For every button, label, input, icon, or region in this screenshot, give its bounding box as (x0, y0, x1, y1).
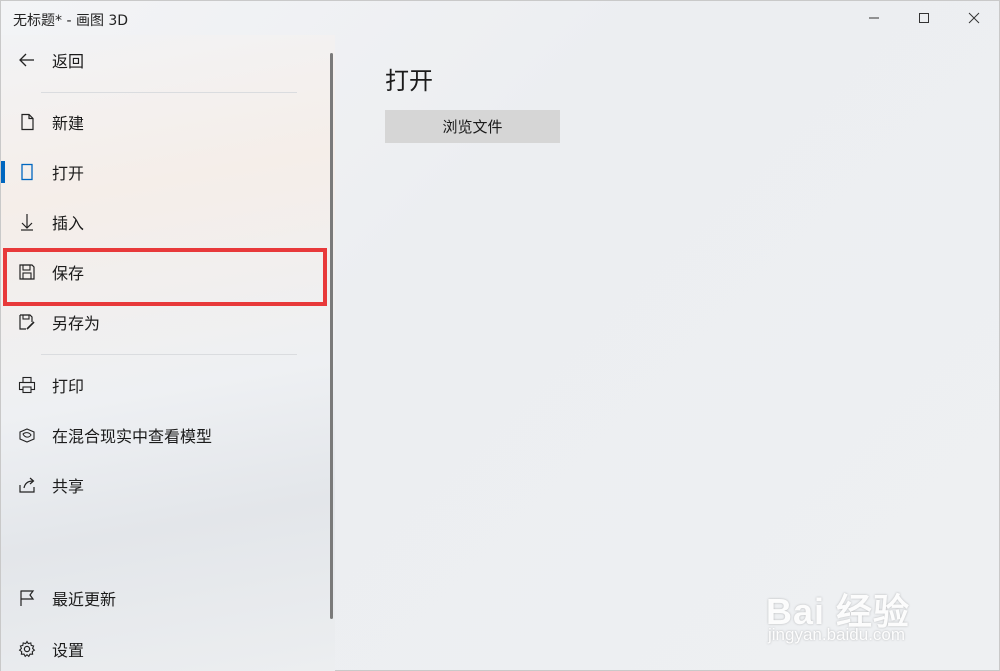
browse-files-button[interactable]: 浏览文件 (385, 110, 560, 143)
close-button[interactable] (949, 1, 999, 35)
minimize-icon (869, 17, 879, 19)
mixed-reality-icon (18, 426, 36, 444)
sidebar-item-label: 新建 (52, 114, 85, 133)
sidebar-item-print[interactable]: 打印 (1, 360, 329, 410)
maximize-icon (919, 13, 929, 23)
sidebar-item-mixed-reality[interactable]: 在混合现实中查看模型 (1, 410, 329, 460)
close-icon (968, 12, 980, 24)
back-label: 返回 (52, 52, 85, 71)
save-as-icon (18, 313, 36, 331)
app-window: 无标题* - 画图 3D 返回 新建 打开 插入 保存 另存为 打印 在混合现实… (0, 0, 1000, 671)
window-controls (849, 1, 999, 35)
print-icon (18, 376, 36, 394)
minimize-button[interactable] (849, 1, 899, 35)
sidebar-item-settings[interactable]: 设置 (1, 624, 329, 671)
watermark-sub: jingyan.baidu.com (768, 625, 906, 644)
sidebar-item-insert[interactable]: 插入 (1, 197, 329, 247)
sidebar-item-open[interactable]: 打开 (1, 147, 329, 197)
sidebar-item-new[interactable]: 新建 (1, 97, 329, 147)
back-button[interactable]: 返回 (1, 35, 329, 85)
active-indicator (1, 161, 5, 183)
open-icon (18, 163, 36, 181)
sidebar-item-recent-updates[interactable]: 最近更新 (1, 573, 329, 623)
sidebar-item-share[interactable]: 共享 (1, 460, 329, 510)
sidebar-item-label: 共享 (52, 477, 85, 496)
page-title: 打开 (385, 67, 433, 95)
sidebar-item-label: 打印 (52, 377, 85, 396)
insert-icon (18, 213, 36, 231)
sidebar-item-label: 插入 (52, 214, 85, 233)
baidu-watermark: Bai 经验 jingyan.baidu.com (766, 561, 956, 656)
maximize-button[interactable] (899, 1, 949, 35)
sidebar-item-label: 最近更新 (52, 590, 117, 609)
sidebar: 返回 新建 打开 插入 保存 另存为 打印 在混合现实中查看模型 共享 最近更新… (1, 35, 335, 671)
flag-icon (18, 589, 36, 607)
sidebar-item-label: 在混合现实中查看模型 (52, 427, 213, 446)
share-icon (18, 476, 36, 494)
sidebar-item-label: 打开 (52, 164, 85, 183)
window-title: 无标题* - 画图 3D (13, 13, 129, 29)
save-highlight-box (3, 248, 327, 306)
sidebar-scrollbar[interactable] (330, 53, 333, 619)
sidebar-item-label: 设置 (52, 641, 85, 660)
title-bar: 无标题* - 画图 3D (1, 1, 999, 35)
divider (41, 354, 297, 355)
sidebar-item-label: 另存为 (52, 314, 101, 333)
divider (41, 92, 297, 93)
back-arrow-icon (18, 51, 36, 69)
new-file-icon (18, 113, 36, 131)
settings-icon (18, 640, 36, 658)
